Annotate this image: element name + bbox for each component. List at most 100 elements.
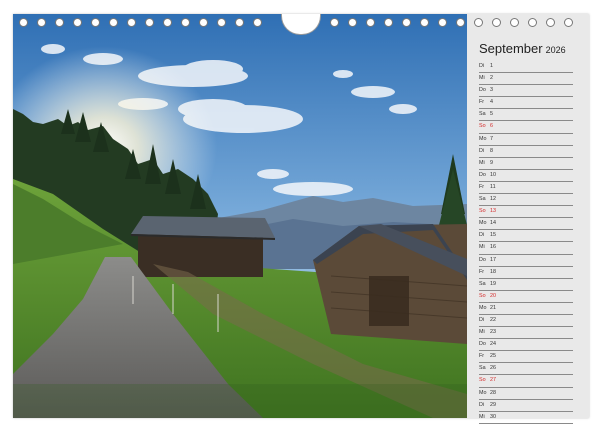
day-number: 27 (490, 377, 496, 384)
binding-ring (330, 18, 339, 27)
day-number: 25 (490, 353, 496, 360)
binding-ring (402, 18, 411, 27)
day-row: So 27 (479, 375, 573, 388)
day-number: 3 (490, 87, 493, 94)
day-row: Fr 11 (479, 182, 573, 195)
day-row: Do 24 (479, 339, 573, 352)
weekday-label: Fr (479, 183, 485, 190)
day-row: Mi 16 (479, 242, 573, 255)
day-number: 1 (490, 63, 493, 69)
day-number: 13 (490, 208, 496, 215)
day-row: Di 15 (479, 230, 573, 243)
day-row: Sa 19 (479, 279, 573, 291)
day-row: Do 17 (479, 255, 573, 267)
weekday-label: Sa (479, 280, 486, 287)
calendar-panel: September 2026 Di 1 Mi 2 Do 3 Fr 4 Sa 5 So 6 Mo 7 Di 8 Mi… (467, 14, 589, 424)
day-row: Mi 2 (479, 73, 573, 86)
day-number: 24 (490, 341, 496, 348)
binding-ring (145, 18, 154, 27)
weekday-label: Mi (479, 244, 485, 251)
day-row: Mo 7 (479, 134, 573, 146)
day-number: 22 (490, 316, 496, 323)
weekday-label: So (479, 123, 486, 130)
binding-ring (127, 18, 136, 27)
day-row: Do 10 (479, 170, 573, 182)
day-number: 10 (490, 171, 496, 178)
day-number: 28 (490, 389, 496, 396)
day-row: Di 22 (479, 315, 573, 328)
binding-ring (19, 18, 28, 27)
day-number: 5 (490, 111, 493, 118)
binding-ring (492, 18, 501, 27)
binding-ring (528, 18, 537, 27)
day-row: Fr 25 (479, 351, 573, 364)
weekday-label: So (479, 208, 486, 215)
day-row: Di 1 (479, 61, 573, 74)
day-number: 21 (490, 304, 496, 311)
day-row: Mi 23 (479, 327, 573, 340)
year-label: 2026 (545, 45, 566, 55)
weekday-label: So (479, 377, 486, 384)
day-number: 29 (490, 401, 496, 408)
binding-ring (55, 18, 64, 27)
binding-ring (199, 18, 208, 27)
day-row: Mo 21 (479, 303, 573, 315)
day-number: 9 (490, 159, 493, 166)
day-row: Do 3 (479, 85, 573, 98)
day-number: 11 (490, 183, 496, 190)
weekday-label: Sa (479, 196, 486, 203)
day-row: Sa 26 (479, 363, 573, 376)
day-row: Mi 30 (479, 412, 573, 424)
day-number: 8 (490, 147, 493, 154)
month-title: September 2026 (479, 40, 566, 58)
weekday-label: So (479, 292, 486, 299)
weekday-label: Di (479, 232, 485, 239)
day-row: Fr 18 (479, 267, 573, 279)
binding-ring (510, 18, 519, 27)
weekday-label: Mi (479, 329, 485, 336)
binding-ring (456, 18, 465, 27)
day-number: 2 (490, 75, 493, 82)
day-number: 12 (490, 196, 496, 203)
weekday-label: Do (479, 87, 486, 94)
binding-ring (73, 18, 82, 27)
day-number: 16 (490, 244, 496, 251)
day-number: 30 (490, 413, 496, 420)
day-number: 26 (490, 365, 496, 372)
binding-ring (438, 18, 447, 27)
day-row: Mi 9 (479, 158, 573, 170)
month-name: September (479, 41, 543, 56)
day-row: Sa 12 (479, 194, 573, 207)
weekday-label: Mo (479, 389, 487, 396)
day-number: 20 (490, 292, 496, 299)
weekday-label: Di (479, 401, 485, 408)
weekday-label: Di (479, 63, 485, 69)
weekday-label: Mo (479, 304, 487, 311)
day-row: So 13 (479, 206, 573, 219)
binding-ring (181, 18, 190, 27)
day-list: Di 1 Mi 2 Do 3 Fr 4 Sa 5 So 6 Mo 7 Di 8 Mi 9 Do 10 Fr 11 Sa 12 S… (479, 61, 573, 424)
binding-ring (253, 18, 262, 27)
binding-ring (366, 18, 375, 27)
day-row: Di 29 (479, 400, 573, 412)
day-number: 7 (490, 135, 493, 142)
alpine-meadow-image (13, 14, 467, 418)
binding-ring (235, 18, 244, 27)
day-row: Di 8 (479, 146, 573, 158)
day-row: Fr 4 (479, 97, 573, 110)
weekday-label: Do (479, 341, 486, 348)
day-row: Mo 14 (479, 218, 573, 231)
day-number: 19 (490, 280, 496, 287)
day-number: 4 (490, 99, 493, 106)
binding-ring (564, 18, 573, 27)
weekday-label: Di (479, 316, 485, 323)
day-row: So 6 (479, 121, 573, 134)
weekday-label: Mo (479, 135, 487, 142)
binding-ring (163, 18, 172, 27)
binding-ring (217, 18, 226, 27)
calendar-page: September 2026 Di 1 Mi 2 Do 3 Fr 4 Sa 5 So 6 Mo 7 Di 8 Mi… (13, 14, 589, 424)
binding-ring (91, 18, 100, 27)
weekday-label: Do (479, 171, 486, 178)
day-number: 23 (490, 329, 496, 336)
binding-ring (109, 18, 118, 27)
